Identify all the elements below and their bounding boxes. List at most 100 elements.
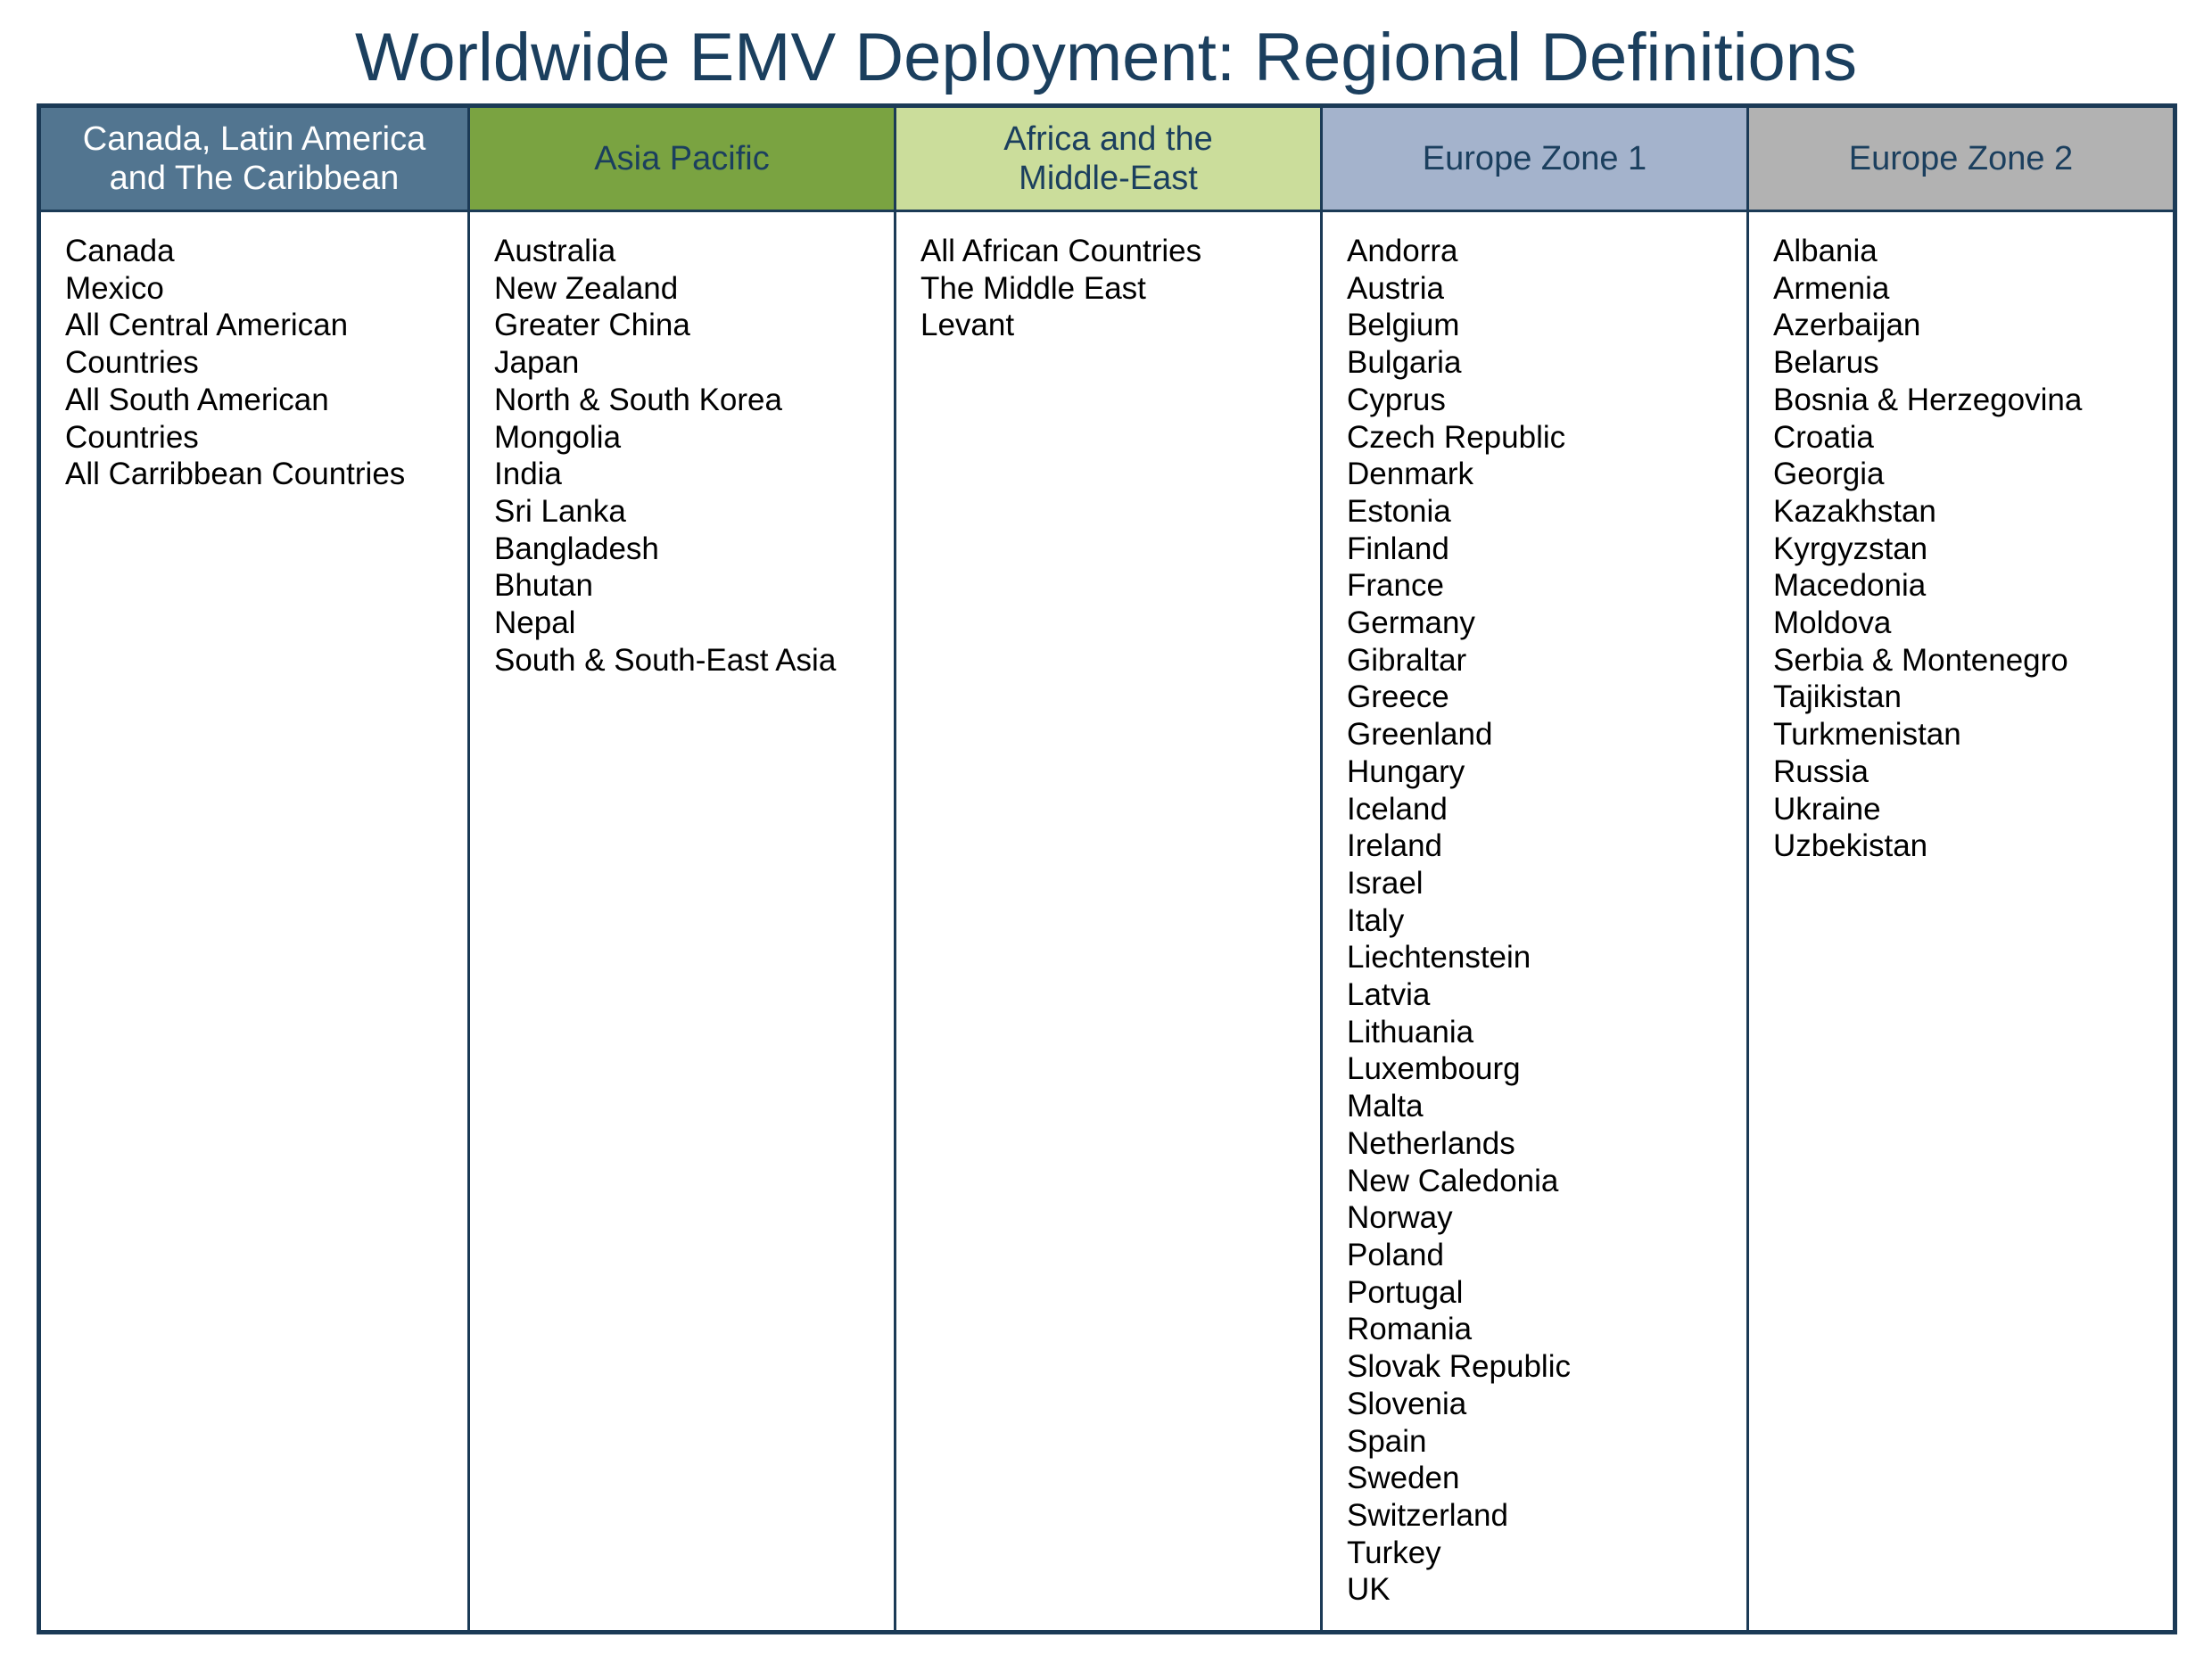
region-body: Andorra Austria Belgium Bulgaria Cyprus Czech…	[1323, 212, 1746, 1630]
country-item: Sweden	[1347, 1461, 1460, 1496]
country-item: New Zealand	[494, 270, 679, 306]
country-item: Austria	[1347, 270, 1444, 306]
country-item: Levant	[920, 308, 1015, 343]
country-item: New Caledonia	[1347, 1163, 1559, 1198]
region-header-africa-middle-east: Africa and the Middle-East	[896, 108, 1320, 212]
region-header-canada-latin-america: Canada, Latin America and The Caribbean	[41, 108, 467, 212]
country-item: Andorra	[1347, 234, 1458, 268]
country-item: Bulgaria	[1347, 345, 1462, 381]
country-item: Spain	[1347, 1423, 1427, 1459]
country-item: Mexico	[65, 270, 164, 306]
country-item: Japan	[494, 345, 580, 381]
country-item: Slovenia	[1347, 1386, 1467, 1421]
country-item: Estonia	[1347, 493, 1451, 529]
country-item: Norway	[1347, 1200, 1453, 1236]
country-item: Canada	[65, 234, 175, 268]
region-header-label: Europe Zone 2	[1848, 140, 2074, 177]
country-item: Russia	[1773, 753, 1869, 789]
country-item: Belgium	[1347, 308, 1460, 343]
country-item: Lithuania	[1347, 1014, 1474, 1050]
region-header-label: Europe Zone 1	[1422, 140, 1647, 177]
region-header-asia-pacific: Asia Pacific	[470, 108, 894, 212]
country-item: Hungary	[1347, 753, 1465, 789]
country-item: Malta	[1347, 1089, 1424, 1124]
region-header-label: Asia Pacific	[594, 140, 770, 177]
country-item: UK	[1347, 1572, 1391, 1608]
region-header-europe-zone-2: Europe Zone 2	[1749, 108, 2173, 212]
country-item: Uzbekistan	[1773, 828, 1928, 864]
country-list: Albania Armenia Azerbaijan Belarus Bosnia & …	[1773, 233, 2173, 865]
country-item: Bangladesh	[494, 531, 659, 566]
country-item: South & South-East Asia	[494, 642, 837, 678]
region-column-asia-pacific: Asia Pacific Australia New Zealand Greater…	[467, 108, 894, 1630]
country-item: Kazakhstan	[1773, 493, 1936, 529]
country-item: Australia	[494, 234, 616, 268]
country-item: Tajikistan	[1773, 679, 1902, 715]
region-body: Albania Armenia Azerbaijan Belarus Bosnia & …	[1749, 212, 2173, 1630]
country-item: All Central American Countries	[65, 308, 349, 381]
country-item: Albania	[1773, 234, 1878, 268]
country-item: Mongolia	[494, 419, 622, 455]
country-item: Bosnia & Herzegovina	[1773, 382, 2083, 417]
region-header-label: Africa and the Middle-East	[1003, 120, 1213, 197]
region-column-canada-latin-america: Canada, Latin America and The Caribbean …	[41, 108, 467, 1630]
country-item: Ireland	[1347, 828, 1443, 864]
country-item: All South American Countries	[65, 382, 329, 455]
country-item: Kyrgyzstan	[1773, 531, 1928, 566]
country-list: Andorra Austria Belgium Bulgaria Cyprus Czech…	[1347, 233, 1746, 1609]
country-item: Israel	[1347, 865, 1424, 901]
country-item: Iceland	[1347, 791, 1448, 827]
country-list: Canada Mexico All Central American Countri…	[65, 233, 467, 493]
country-item: Czech Republic	[1347, 419, 1566, 455]
region-header-europe-zone-1: Europe Zone 1	[1323, 108, 1746, 212]
country-item: Moldova	[1773, 605, 1892, 641]
country-item: Cyprus	[1347, 382, 1446, 417]
country-item: Latvia	[1347, 977, 1431, 1013]
country-item: Bhutan	[494, 568, 593, 604]
country-item: Greater China	[494, 308, 690, 343]
country-item: Ukraine	[1773, 791, 1881, 827]
region-table: Canada, Latin America and The Caribbean …	[37, 103, 2177, 1634]
country-item: Netherlands	[1347, 1125, 1515, 1161]
country-item: All African Countries	[920, 234, 1202, 268]
country-item: Georgia	[1773, 457, 1885, 492]
country-item: All Carribbean Countries	[65, 457, 406, 492]
country-item: India	[494, 457, 562, 492]
region-column-europe-zone-2: Europe Zone 2 Albania Armenia Azerbaijan Be…	[1746, 108, 2173, 1630]
country-item: Germany	[1347, 605, 1475, 641]
region-column-africa-middle-east: Africa and the Middle-East All African C…	[894, 108, 1320, 1630]
country-item: Gibraltar	[1347, 642, 1467, 678]
country-item: Greenland	[1347, 717, 1493, 753]
country-item: Croatia	[1773, 419, 1874, 455]
country-item: Portugal	[1347, 1274, 1464, 1310]
country-item: Liechtenstein	[1347, 940, 1531, 976]
country-item: Italy	[1347, 902, 1405, 938]
country-item: Turkey	[1347, 1535, 1441, 1570]
country-item: Azerbaijan	[1773, 308, 1921, 343]
country-list: All African Countries The Middle East Leva…	[920, 233, 1320, 344]
page-title: Worldwide EMV Deployment: Regional Defin…	[354, 20, 1858, 95]
country-item: Finland	[1347, 531, 1449, 566]
country-item: Switzerland	[1347, 1497, 1508, 1533]
country-item: Poland	[1347, 1237, 1444, 1272]
country-item: Sri Lanka	[494, 493, 626, 529]
region-body: Australia New Zealand Greater China Japan No…	[470, 212, 894, 1630]
country-item: Luxembourg	[1347, 1051, 1521, 1087]
country-item: Slovak Republic	[1347, 1349, 1571, 1385]
region-body: Canada Mexico All Central American Countri…	[41, 212, 467, 1630]
country-item: Denmark	[1347, 457, 1473, 492]
country-item: Greece	[1347, 679, 1449, 715]
country-item: The Middle East	[920, 270, 1146, 306]
country-item: Romania	[1347, 1312, 1473, 1347]
region-column-europe-zone-1: Europe Zone 1 Andorra Austria Belgium Bulga…	[1320, 108, 1746, 1630]
country-item: Macedonia	[1773, 568, 1927, 604]
region-body: All African Countries The Middle East Leva…	[896, 212, 1320, 1630]
region-header-label: Canada, Latin America and The Caribbean	[82, 120, 426, 197]
country-list: Australia New Zealand Greater China Japan No…	[494, 233, 894, 679]
country-item: France	[1347, 568, 1444, 604]
country-item: Armenia	[1773, 270, 1890, 306]
country-item: Serbia & Montenegro	[1773, 642, 2068, 678]
country-item: Nepal	[494, 605, 576, 641]
country-item: North & South Korea	[494, 382, 782, 417]
country-item: Turkmenistan	[1773, 717, 1961, 753]
